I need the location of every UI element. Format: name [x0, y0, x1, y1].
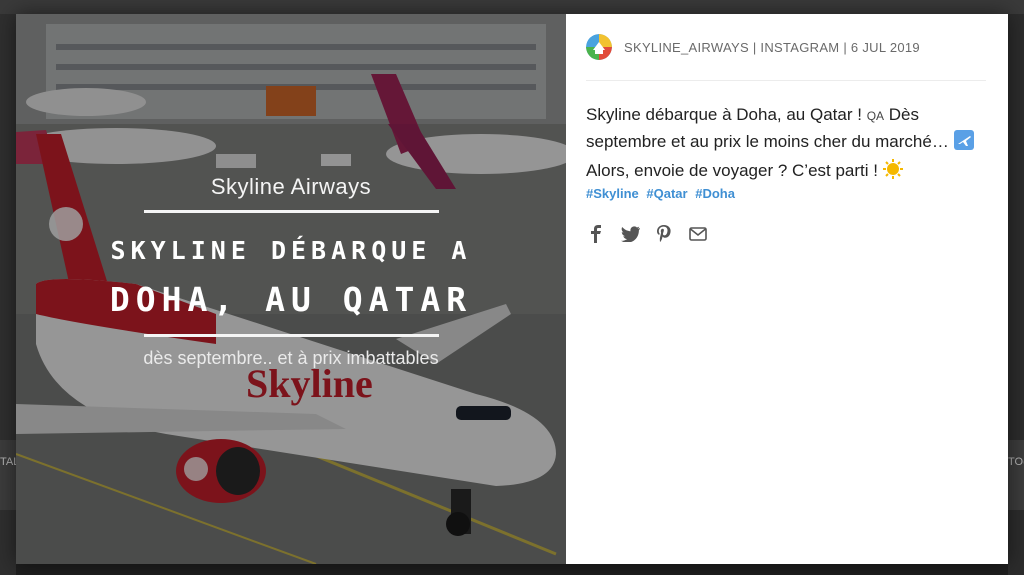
share-bar	[586, 224, 708, 244]
background-header	[0, 0, 1024, 14]
hashtag-skyline[interactable]: #Skyline	[586, 186, 639, 201]
background-text-right: TO(S	[1008, 456, 1024, 468]
sun-icon	[882, 159, 903, 187]
hashtag-qatar[interactable]: #Qatar	[646, 186, 687, 201]
image-brand-title: Skyline Airways	[210, 174, 372, 199]
pinterest-icon[interactable]	[654, 224, 674, 244]
image-subtitle: dès septembre.. et à prix imbattables	[143, 348, 439, 368]
twitter-icon[interactable]	[620, 224, 640, 244]
caption-line-1: Skyline débarque à Doha, au Qatar !	[586, 105, 862, 124]
background-text-left: TALIT	[0, 456, 16, 468]
hashtag-list: #Skyline #Qatar #Doha	[586, 186, 739, 201]
rainbow-logo-icon	[586, 34, 612, 60]
qatar-flag-badge: QA	[866, 109, 885, 123]
image-divider-top	[144, 210, 439, 213]
post-caption: Skyline débarque à Doha, au Qatar ! QA D…	[586, 102, 986, 187]
caption-line-3: Alors, envoie de voyager ? C’est parti !	[586, 161, 878, 180]
post-details: SKYLINE_AIRWAYS | INSTAGRAM | 6 JUL 2019…	[566, 14, 1008, 564]
facebook-icon[interactable]	[586, 224, 606, 244]
profile-avatar[interactable]	[586, 34, 612, 60]
image-divider-bottom	[144, 334, 439, 337]
background-card-right	[1008, 440, 1024, 510]
background-card-left	[0, 440, 16, 510]
post-image: Skyline Skyline Airways SKYLINE DÉBARQUE…	[16, 14, 566, 564]
instagram-post-modal: Skyline Skyline Airways SKYLINE DÉBARQUE…	[16, 14, 1008, 564]
hashtag-doha[interactable]: #Doha	[695, 186, 735, 201]
airplane-icon	[953, 130, 974, 158]
post-header: SKYLINE_AIRWAYS | INSTAGRAM | 6 JUL 2019	[586, 34, 986, 81]
email-icon[interactable]	[688, 224, 708, 244]
image-headline-line-2: DOHA, AU QATAR	[109, 280, 473, 319]
post-meta[interactable]: SKYLINE_AIRWAYS | INSTAGRAM | 6 JUL 2019	[624, 40, 920, 55]
image-headline-line-1: SKYLINE DÉBARQUE A	[110, 236, 472, 265]
